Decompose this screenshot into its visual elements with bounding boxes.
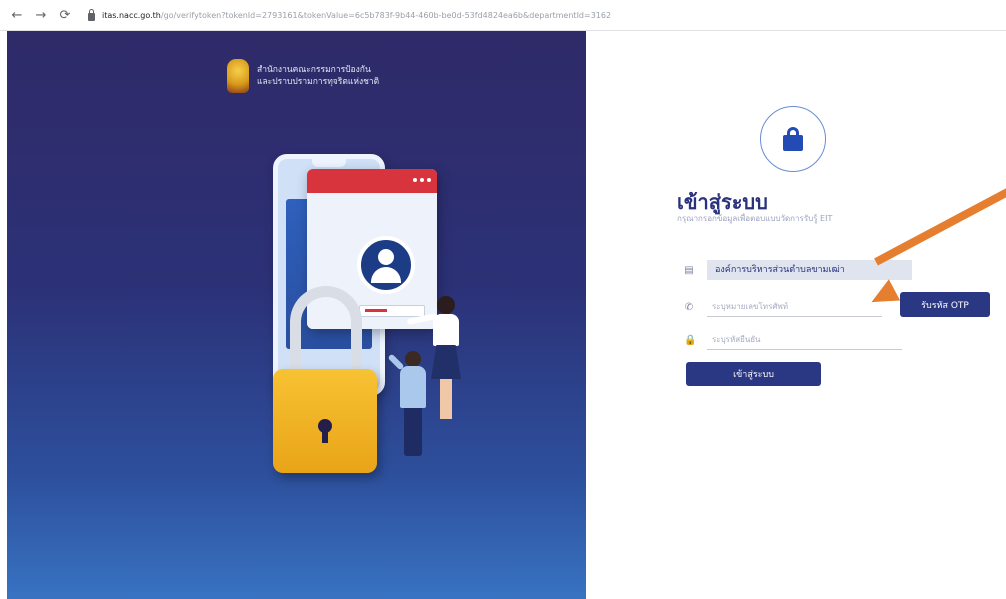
man-figure-head bbox=[405, 351, 421, 367]
back-icon[interactable]: ← bbox=[10, 8, 24, 23]
woman-figure-shirt bbox=[433, 314, 459, 346]
login-button[interactable]: เข้าสู่ระบบ bbox=[686, 362, 821, 386]
lock-icon bbox=[783, 127, 803, 151]
url-text[interactable]: itas.nacc.go.th/go/verifytoken?tokenId=2… bbox=[102, 11, 611, 20]
woman-figure-skirt bbox=[431, 345, 461, 379]
avatar-head bbox=[378, 249, 394, 265]
padlock-illustration bbox=[273, 369, 377, 473]
login-subtitle: กรุณากรอกข้อมูลเพื่อตอบแบบวัดการรับรู้ E… bbox=[677, 214, 833, 223]
phone-icon: ✆ bbox=[684, 301, 694, 313]
man-figure-legs bbox=[404, 408, 422, 456]
lock-icon: 🔒 bbox=[684, 334, 697, 346]
otp-input[interactable] bbox=[707, 330, 902, 350]
forward-icon[interactable]: → bbox=[34, 8, 48, 23]
illustration-panel: สำนักงานคณะกรรมการป้องกัน และปราบปรามการ… bbox=[7, 31, 586, 599]
annotation-arrow-shaft bbox=[874, 188, 1006, 266]
user-avatar-icon bbox=[357, 236, 415, 294]
url-host: itas.nacc.go.th bbox=[102, 10, 161, 20]
phone-row: ✆ bbox=[684, 297, 882, 317]
woman-figure-legs bbox=[440, 379, 452, 419]
window-dot bbox=[427, 178, 431, 182]
phone-input[interactable] bbox=[707, 297, 882, 317]
man-figure-shirt bbox=[400, 366, 426, 408]
phone-notch bbox=[312, 159, 346, 167]
organization-name-line1: สำนักงานคณะกรรมการป้องกัน bbox=[257, 65, 371, 75]
organization-name-line2: และปราบปรามการทุจริตแห่งชาติ bbox=[257, 77, 380, 87]
url-path: /go/verifytoken?tokenId=2793161&tokenVal… bbox=[160, 10, 612, 20]
request-otp-button[interactable]: รับรหัส OTP bbox=[900, 292, 990, 317]
browser-window-titlebar bbox=[307, 169, 437, 193]
reload-icon[interactable]: ⟳ bbox=[58, 8, 72, 23]
organization-header: สำนักงานคณะกรรมการป้องกัน และปราบปรามการ… bbox=[227, 59, 379, 93]
password-dots bbox=[365, 309, 387, 312]
browser-address-bar: ← → ⟳ itas.nacc.go.th/go/verifytoken?tok… bbox=[0, 0, 1006, 31]
password-field-illustration bbox=[359, 305, 425, 317]
login-lock-badge bbox=[760, 106, 826, 172]
nacc-emblem-icon bbox=[227, 59, 249, 93]
secure-lock-icon bbox=[88, 9, 95, 21]
building-icon: ▤ bbox=[684, 264, 694, 276]
woman-figure-head bbox=[437, 296, 455, 314]
avatar-body bbox=[371, 267, 401, 283]
window-dot bbox=[420, 178, 424, 182]
keyhole-icon bbox=[318, 419, 332, 443]
window-dot bbox=[413, 178, 417, 182]
otp-row: 🔒 bbox=[684, 330, 902, 350]
organization-name: สำนักงานคณะกรรมการป้องกัน และปราบปรามการ… bbox=[257, 64, 379, 88]
